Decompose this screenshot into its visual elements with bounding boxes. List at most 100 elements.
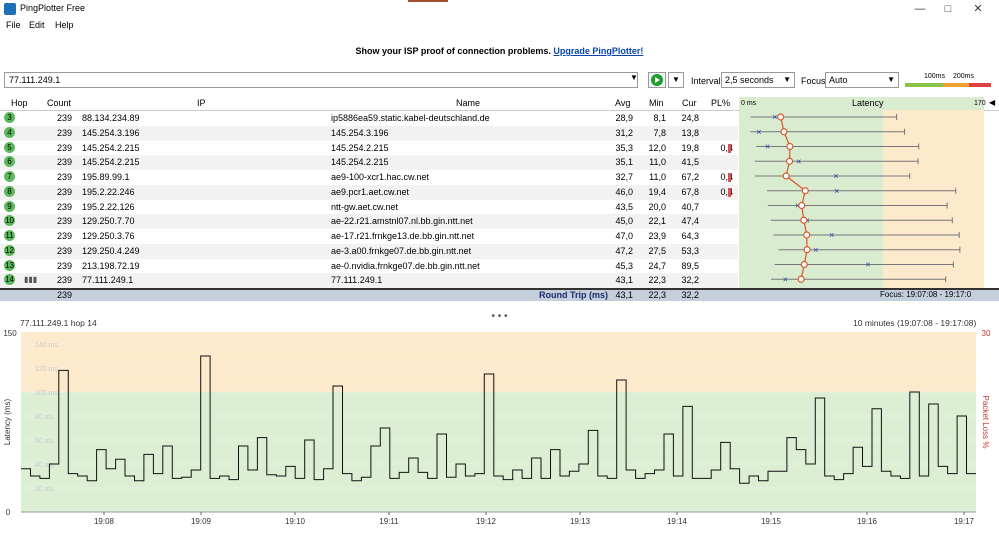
table-row[interactable]: 11 239 129.250.3.76 ae-17.r21.frnkge13.de.b… (0, 229, 738, 244)
cell-name: ae-0.nvidia.frnkge07.de.bb.gin.ntt.net (331, 260, 480, 271)
latency-start-label: 0 ms (741, 100, 757, 107)
cell-count: 239 (56, 216, 72, 227)
x-tick-label: 19:10 (285, 517, 306, 526)
cell-ip: 145.254.2.215 (82, 157, 140, 168)
col-count[interactable]: Count (47, 98, 71, 108)
scroll-left-icon[interactable]: ◀ (989, 98, 995, 107)
summary-cur: 32,2 (681, 290, 699, 300)
focus-select[interactable]: Auto ▼ (825, 72, 899, 88)
cell-count: 239 (56, 201, 72, 212)
cell-min: 24,7 (648, 260, 666, 271)
cell-ip: 129.250.4.249 (82, 245, 140, 256)
cell-cur: 47,4 (681, 216, 699, 227)
y-axis-zero: 0 (6, 508, 11, 517)
table-row[interactable]: 7 239 195.89.99.1 ae9-100-xcr1.hac.cw.net 32… (0, 170, 738, 185)
cell-hop: 7 (4, 171, 15, 182)
target-dropdown-icon[interactable]: ▼ (630, 73, 638, 82)
target-input[interactable]: 77.111.249.1 (4, 72, 638, 88)
cell-min: 11,0 (649, 172, 666, 182)
cell-avg: 45,0 (615, 216, 633, 227)
maximize-button[interactable]: □ (933, 0, 963, 18)
cell-ip: 77.111.249.1 (82, 275, 134, 286)
col-ip[interactable]: IP (197, 98, 206, 108)
menu-edit[interactable]: Edit (29, 20, 45, 30)
x-tick-label: 19:08 (94, 517, 115, 526)
table-row[interactable]: 9 239 195.2.22.126 ntt-gw.aet.cw.net 43,5 20,… (0, 200, 738, 215)
cell-ip: 88.134.234.89 (82, 113, 140, 123)
x-tick-label: 19:11 (379, 517, 399, 526)
upgrade-link[interactable]: Upgrade PingPlotter! (553, 46, 643, 56)
cell-min: 11,0 (649, 157, 666, 168)
start-options-dropdown[interactable]: ▼ (668, 72, 684, 88)
cell-cur: 24,8 (681, 113, 699, 123)
start-trace-button[interactable] (648, 72, 666, 88)
cell-hop: 6 (4, 156, 15, 168)
col-latency[interactable]: Latency (852, 98, 884, 108)
graph-icon[interactable]: ▮▮▮ (24, 275, 37, 284)
summary-count: 239 (56, 290, 72, 300)
cell-min: 20,0 (648, 201, 666, 212)
table-row[interactable]: 14 239 77.111.249.1 77.111.249.1 43,1 22,3 32,… (0, 273, 738, 289)
table-row[interactable]: 5 239 145.254.2.215 145.254.2.215 35,3 12,0 19… (0, 141, 738, 156)
cell-hop: 13 (4, 259, 15, 271)
cell-ip: 195.2.22.246 (82, 186, 135, 197)
table-row[interactable]: 10 239 129.250.7.70 ae-22.r21.amstnl07.nl.b… (0, 214, 738, 230)
y-axis-label: Latency (ms) (3, 399, 12, 446)
col-avg[interactable]: Avg (615, 98, 630, 108)
latency-current-mark: × (772, 112, 777, 122)
cell-count: 239 (56, 275, 72, 286)
latency-current-mark: × (756, 127, 761, 137)
latency-avg-point (803, 231, 811, 239)
latency-current-mark: × (783, 274, 788, 284)
graph-band-label: 120 ms (35, 366, 58, 373)
table-row[interactable]: 12 239 129.250.4.249 ae-3.a00.frnkge07.de.b… (0, 243, 738, 259)
table-row[interactable]: 13 239 213.198.72.19 ae-0.nvidia.frnkge07.d… (0, 259, 738, 274)
latency-scale-bar (905, 83, 991, 87)
cell-name: 145.254.2.215 (331, 157, 389, 168)
col-name[interactable]: Name (456, 98, 480, 108)
col-hop[interactable]: Hop (11, 98, 28, 108)
latency-graph: 140 ms 120 ms 100 ms 80 ms 60 ms 40 ms 20 ms 0 1… (3, 329, 991, 526)
cell-min: 8,1 (653, 113, 666, 123)
cell-hop: 5 (4, 141, 15, 153)
interval-select[interactable]: 2,5 seconds ▼ (721, 72, 795, 88)
table-row[interactable]: 3 239 88.134.234.89 ip5886ea59.static.kabel… (0, 111, 738, 126)
x-tick-label: 19:12 (476, 517, 497, 526)
latency-avg-point (780, 128, 788, 136)
cell-avg: 45,3 (615, 260, 633, 271)
cell-avg: 32,7 (615, 172, 633, 182)
latency-orange-band (883, 110, 984, 288)
cell-name: ip5886ea59.static.kabel-deutschland.de (331, 113, 490, 123)
close-button[interactable]: ✕ (963, 0, 993, 18)
cell-min: 7,8 (653, 127, 666, 138)
latency-avg-point (801, 187, 809, 195)
latency-avg-point (798, 201, 806, 210)
col-cur[interactable]: Cur (682, 98, 697, 108)
latency-avg-point (785, 157, 794, 165)
table-row[interactable]: 6 239 145.254.2.215 145.254.2.215 35,1 11,0 41… (0, 155, 738, 171)
cell-hop: 9 (4, 200, 15, 212)
table-row[interactable]: 4 239 145.254.3.196 145.254.3.196 31,2 7,8 13,… (0, 125, 738, 141)
cell-avg: 31,2 (615, 127, 633, 138)
col-pl[interactable]: PL% (711, 98, 730, 108)
cell-avg: 47,2 (615, 245, 633, 256)
cell-hop: 11 (4, 230, 15, 241)
cell-avg: 47,0 (615, 231, 633, 241)
cell-hop: 4 (4, 126, 15, 138)
latency-avg-point (777, 113, 785, 121)
title-bar (0, 0, 999, 18)
y2-axis-top: 30 (982, 329, 991, 338)
cell-count: 239 (56, 231, 72, 241)
splitter-handle[interactable]: • • • (0, 311, 999, 322)
menu-help[interactable]: Help (55, 20, 74, 30)
x-tick-label: 19:15 (761, 517, 782, 526)
cell-cur: 19,8 (681, 142, 699, 153)
menu-file[interactable]: File (6, 20, 21, 30)
cell-cur: 89,5 (681, 260, 699, 271)
table-row[interactable]: 8 239 195.2.22.246 ae9.pcr1.aet.cw.net 46,0 1… (0, 184, 738, 200)
focus-range-label: Focus: 19:07:08 - 19:17:0 (880, 290, 972, 299)
cell-cur: 41,5 (681, 157, 699, 168)
cell-cur: 64,3 (681, 231, 699, 241)
minimize-button[interactable]: — (905, 0, 935, 18)
col-min[interactable]: Min (649, 98, 664, 108)
